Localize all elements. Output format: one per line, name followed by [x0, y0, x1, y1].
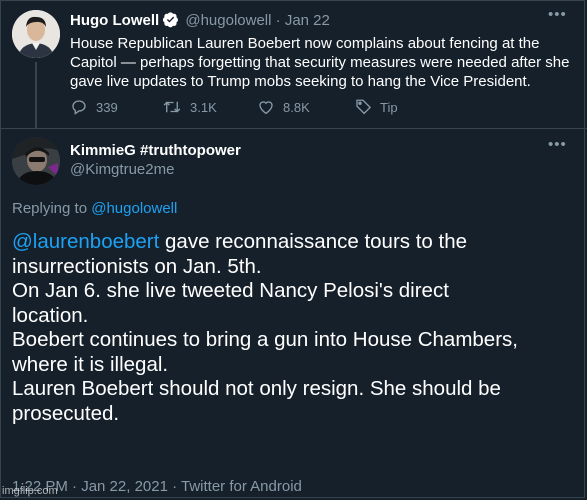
- reply-count: 339: [96, 99, 118, 115]
- more-options-icon[interactable]: •••: [548, 136, 567, 153]
- retweet-button[interactable]: 3.1K: [162, 98, 217, 116]
- replying-to: Replying to @hugolowell: [12, 200, 177, 217]
- tweet1-header: Hugo Lowell @hugolowell · Jan 22: [70, 11, 330, 33]
- tweet2-author-name[interactable]: KimmieG #truthtopower: [70, 142, 241, 159]
- retweet-count: 3.1K: [190, 99, 217, 115]
- retweet-icon: [163, 101, 181, 113]
- quoted-tweet[interactable]: Hugo Lowell @hugolowell · Jan 22 ••• Hou…: [0, 0, 587, 129]
- replying-handle-link[interactable]: @hugolowell: [91, 200, 177, 217]
- tweet2-text: @laurenboebert gave reconnaissance tours…: [12, 230, 577, 426]
- tweet2-line-7: Lauren Boebert should not only resign. S…: [12, 377, 501, 400]
- thread-connector: [35, 62, 37, 128]
- reply-button[interactable]: 339: [70, 98, 118, 116]
- mention-link[interactable]: @laurenboebert: [12, 230, 159, 253]
- imgflip-watermark: imgflip.com: [2, 485, 58, 497]
- replying-prefix: Replying to: [12, 200, 88, 217]
- verified-badge-icon: [162, 11, 179, 33]
- tip-button[interactable]: Tip: [354, 98, 398, 116]
- tip-icon: [356, 99, 372, 115]
- tweet2-line-1-text: gave reconnaissance tours to the: [159, 230, 468, 253]
- tweet2-handle[interactable]: @Kimgtrue2me: [70, 161, 174, 178]
- tweet2-line-8: prosecuted.: [12, 401, 120, 425]
- tweet1-actions: 339 3.1K 8.8K Tip: [70, 98, 490, 118]
- tweet1-author-name[interactable]: Hugo Lowell: [70, 12, 159, 29]
- avatar-kimmieg[interactable]: [12, 137, 60, 185]
- tweet1-separator: ·: [275, 12, 281, 29]
- tweet2-line-4: location.: [12, 303, 89, 327]
- like-button[interactable]: 8.8K: [257, 98, 310, 116]
- tweet2-line-1: @laurenboebert gave reconnaissance tours…: [12, 230, 577, 255]
- heart-icon: [259, 101, 273, 115]
- like-count: 8.8K: [283, 99, 310, 115]
- tweet2-line-5: Boebert continues to bring a gun into Ho…: [12, 328, 518, 351]
- reply-icon: [72, 100, 86, 115]
- more-options-icon[interactable]: •••: [548, 6, 567, 23]
- tweet2-line-6: where it is illegal.: [12, 352, 169, 376]
- tweet1-handle[interactable]: @hugolowell: [185, 12, 271, 29]
- tweet2-line-3: On Jan 6. she live tweeted Nancy Pelosi'…: [12, 279, 449, 302]
- tweet1-date[interactable]: Jan 22: [285, 12, 330, 29]
- tweet1-text: House Republican Lauren Boebert now comp…: [70, 35, 570, 90]
- tip-label: Tip: [380, 99, 398, 115]
- tweet2-line-2: insurrectionists on Jan. 5th.: [12, 254, 262, 278]
- avatar-hugo-lowell[interactable]: [12, 10, 60, 58]
